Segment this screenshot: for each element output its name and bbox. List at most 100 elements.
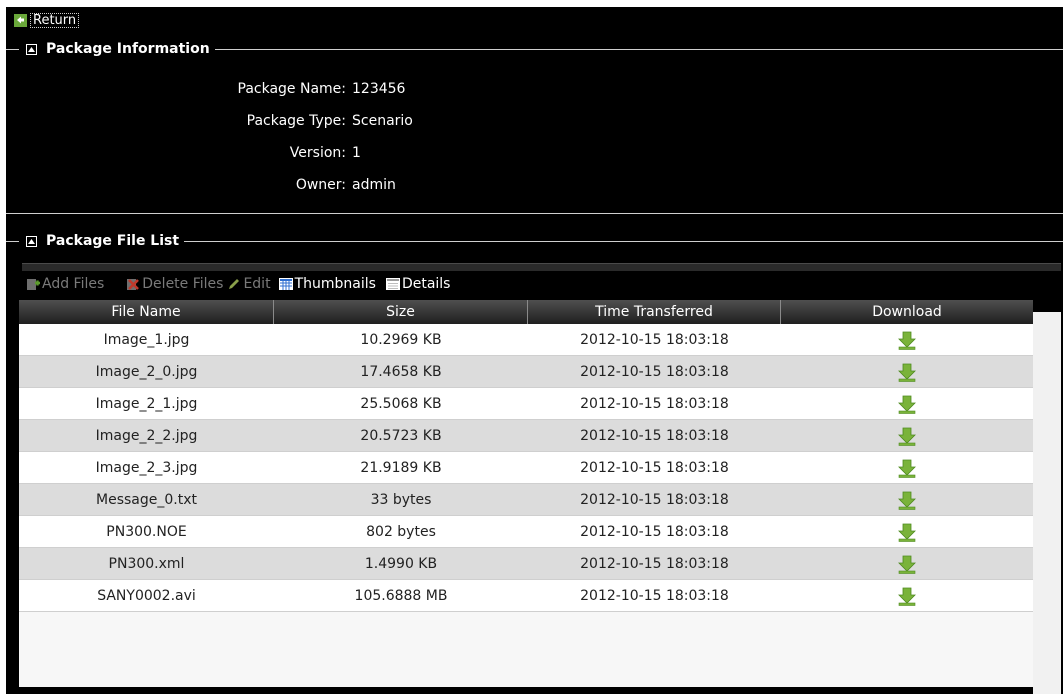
cell-download <box>781 420 1033 451</box>
cell-time-transferred: 2012-10-15 18:03:18 <box>580 395 729 412</box>
divider <box>6 240 19 242</box>
file-list-header: Package File List <box>6 231 1063 251</box>
table-row[interactable]: PN300.xml 1.4990 KB 2012-10-15 18:03:18 <box>19 548 1033 580</box>
divider <box>6 48 19 50</box>
info-row-owner: Owner: admin <box>6 175 566 195</box>
divider <box>6 213 1063 214</box>
cell-download <box>781 516 1033 547</box>
cell-size: 20.5723 KB <box>360 427 442 444</box>
cell-file-name: Image_2_3.jpg <box>95 459 198 476</box>
field-label: Version: <box>289 145 346 161</box>
table-row[interactable]: SANY0002.avi 105.6888 MB 2012-10-15 18:03:… <box>19 580 1033 612</box>
cell-size: 10.2969 KB <box>360 331 442 348</box>
add-files-label: Add Files <box>42 276 105 292</box>
download-arrow-icon[interactable] <box>897 490 917 510</box>
pencil-icon <box>227 277 241 291</box>
field-value: 1 <box>352 145 361 161</box>
return-arrow-icon <box>14 13 27 27</box>
delete-files-icon <box>126 277 140 291</box>
field-value: 123456 <box>352 81 406 97</box>
cell-file-name: Image_1.jpg <box>103 331 190 348</box>
cell-size: 1.4990 KB <box>364 555 438 572</box>
cell-time-transferred: 2012-10-15 18:03:18 <box>580 555 729 572</box>
file-toolbar: Add Files Delete Files Edit Thumbnails D… <box>26 274 458 294</box>
section-title: Package Information <box>46 41 210 57</box>
cell-size: 25.5068 KB <box>360 395 442 412</box>
download-arrow-icon[interactable] <box>897 330 917 350</box>
toolbar-strip <box>22 263 1061 271</box>
cell-file-name: Image_2_1.jpg <box>95 395 198 412</box>
delete-files-label: Delete Files <box>142 276 224 292</box>
table-row[interactable]: PN300.NOE 802 bytes 2012-10-15 18:03:18 <box>19 516 1033 548</box>
table-row[interactable]: Message_0.txt 33 bytes 2012-10-15 18:03:18 <box>19 484 1033 516</box>
cell-file-name: PN300.xml <box>108 555 185 572</box>
grid-header: File Name Size Time Transferred Download <box>19 300 1033 325</box>
table-row[interactable]: Image_2_2.jpg 20.5723 KB 2012-10-15 18:03:… <box>19 420 1033 452</box>
cell-time-transferred: 2012-10-15 18:03:18 <box>580 363 729 380</box>
field-label: Owner: <box>295 177 346 193</box>
cell-download <box>781 324 1033 355</box>
table-row[interactable]: Image_2_0.jpg 17.4658 KB 2012-10-15 18:03:… <box>19 356 1033 388</box>
cell-size: 33 bytes <box>370 491 432 508</box>
cell-download <box>781 580 1033 611</box>
collapse-icon[interactable] <box>26 235 37 247</box>
table-row[interactable]: Image_2_1.jpg 25.5068 KB 2012-10-15 18:03:… <box>19 388 1033 420</box>
cell-time-transferred: 2012-10-15 18:03:18 <box>580 331 729 348</box>
table-row[interactable]: Image_2_3.jpg 21.9189 KB 2012-10-15 18:03:… <box>19 452 1033 484</box>
download-arrow-icon[interactable] <box>897 394 917 414</box>
cell-download <box>781 548 1033 579</box>
details-label: Details <box>401 276 451 292</box>
cell-size: 17.4658 KB <box>360 363 442 380</box>
download-arrow-icon[interactable] <box>897 458 917 478</box>
download-arrow-icon[interactable] <box>897 426 917 446</box>
cell-file-name: Image_2_0.jpg <box>95 363 198 380</box>
details-list-icon <box>385 277 400 291</box>
download-arrow-icon[interactable] <box>897 362 917 382</box>
cell-download <box>781 356 1033 387</box>
return-label: Return <box>30 12 80 28</box>
cell-size: 21.9189 KB <box>360 459 442 476</box>
column-header-download[interactable]: Download <box>781 300 1033 324</box>
cell-download <box>781 484 1033 515</box>
add-files-button[interactable]: Add Files <box>26 276 104 292</box>
info-row-version: Version: 1 <box>6 143 566 163</box>
cell-time-transferred: 2012-10-15 18:03:18 <box>580 587 729 604</box>
cell-file-name: Message_0.txt <box>96 491 197 508</box>
field-value: Scenario <box>352 113 413 129</box>
download-arrow-icon[interactable] <box>897 522 917 542</box>
cell-size: 802 bytes <box>366 523 436 540</box>
app-window: Return Package Information Package Name:… <box>6 7 1063 694</box>
download-arrow-icon[interactable] <box>897 586 917 606</box>
info-row-package-type: Package Type: Scenario <box>6 111 566 131</box>
thumbnails-button[interactable]: Thumbnails <box>278 276 376 292</box>
table-row[interactable]: Image_1.jpg 10.2969 KB 2012-10-15 18:03:18 <box>19 324 1033 356</box>
add-files-icon <box>26 277 40 291</box>
column-header-time-transferred[interactable]: Time Transferred <box>528 300 781 324</box>
delete-files-button[interactable]: Delete Files <box>126 276 223 292</box>
cell-size: 105.6888 MB <box>354 587 448 604</box>
section-title: Package File List <box>46 233 180 249</box>
cell-time-transferred: 2012-10-15 18:03:18 <box>580 491 729 508</box>
info-row-package-name: Package Name: 123456 <box>6 79 566 99</box>
collapse-icon[interactable] <box>26 43 37 55</box>
thumbnails-label: Thumbnails <box>294 276 376 292</box>
column-header-file-name[interactable]: File Name <box>19 300 274 324</box>
cell-file-name: Image_2_2.jpg <box>95 427 198 444</box>
field-label: Package Type: <box>246 113 346 129</box>
cell-file-name: PN300.NOE <box>106 523 187 540</box>
column-header-size[interactable]: Size <box>274 300 528 324</box>
thumbnails-grid-icon <box>278 277 293 291</box>
download-arrow-icon[interactable] <box>897 554 917 574</box>
cell-file-name: SANY0002.avi <box>97 587 196 604</box>
grid-body: Image_1.jpg 10.2969 KB 2012-10-15 18:03:18… <box>19 324 1033 612</box>
package-info-header: Package Information <box>6 39 1063 59</box>
field-value: admin <box>352 177 396 193</box>
field-label: Package Name: <box>237 81 347 97</box>
cell-time-transferred: 2012-10-15 18:03:18 <box>580 459 729 476</box>
edit-button[interactable]: Edit <box>227 276 271 292</box>
file-grid: File Name Size Time Transferred Download… <box>19 300 1033 687</box>
divider <box>214 48 1063 50</box>
return-link[interactable]: Return <box>14 12 80 28</box>
details-button[interactable]: Details <box>385 276 451 292</box>
grid-side-panel <box>1033 312 1061 694</box>
